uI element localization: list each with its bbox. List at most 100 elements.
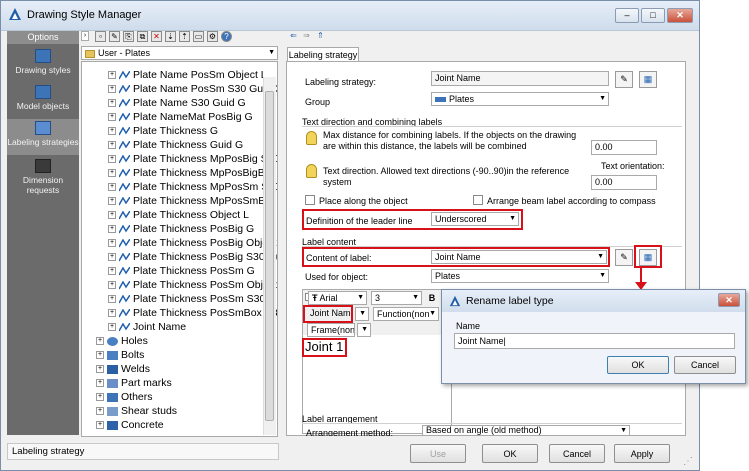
lightbulb-icon [306, 131, 317, 145]
expand-icon: + [108, 309, 116, 318]
new-icon[interactable]: ▫ [95, 31, 106, 42]
back-arrow-icon[interactable]: ⇐ [288, 31, 299, 42]
tree-group-concrete[interactable]: + Concrete [96, 419, 164, 432]
sidebar-header[interactable]: Options [7, 31, 79, 44]
expand-icon: + [108, 85, 116, 94]
field-dropdown-button[interactable]: ▼ [355, 307, 369, 321]
import-icon[interactable]: ⇣ [165, 31, 176, 42]
sidebar-item-dimension-requests[interactable]: Dimension requests [7, 159, 79, 195]
close-button[interactable]: ✕ [667, 8, 693, 23]
tree-item[interactable]: + Plate Name PosSm Object L [108, 69, 267, 82]
expand-icon: + [108, 71, 116, 80]
field-select[interactable]: Joint Name [307, 307, 351, 321]
tree-item-label: Plate Thickness MpPosSm S30 G [133, 181, 278, 193]
tree-group-part-marks[interactable]: + Part marks [96, 377, 172, 390]
sidebar-item-label: Drawing styles [15, 65, 71, 75]
sidebar-item-labeling-strategies[interactable]: Labeling strategies [7, 119, 79, 155]
sidebar-item-drawing-styles[interactable]: Drawing styles [7, 49, 79, 79]
dialog-cancel-button[interactable]: Cancel [674, 356, 736, 374]
frame-dropdown-button[interactable]: ▼ [357, 323, 371, 337]
divider [302, 126, 682, 127]
tree-item[interactable]: + Plate Thickness PosBig G [108, 223, 254, 236]
labeling-strategies-icon [35, 121, 51, 135]
up-arrow-icon[interactable]: ⇑ [315, 31, 326, 42]
apply-button[interactable]: Apply [614, 444, 670, 463]
text-orientation-input[interactable]: 0.00 [591, 175, 657, 190]
lightbulb-icon [306, 164, 317, 178]
group-select[interactable]: Plates ▼ [431, 92, 609, 106]
help-icon[interactable]: ? [221, 31, 232, 42]
group-filter-combo[interactable]: User - Plates ▼ [81, 46, 278, 60]
expand-icon: + [108, 141, 116, 150]
tree-item[interactable]: + Plate Thickness MpPosBig S30 G [108, 153, 277, 166]
tab-labeling-strategy[interactable]: Labeling strategy [287, 47, 359, 62]
tree-item[interactable]: + Plate Name PosSm S30 Guid G [108, 83, 277, 96]
max-distance-input[interactable]: 0.00 [591, 140, 657, 155]
dialog-name-input[interactable]: Joint Name| [454, 333, 735, 349]
tree-item[interactable]: + Plate Thickness MpPosBigBox S3 [108, 167, 277, 180]
tree-item[interactable]: + Plate Name S30 Guid G [108, 97, 246, 110]
tree-item[interactable]: + Plate Thickness PosBig S30 Guid [108, 251, 277, 264]
resize-grip-icon[interactable]: ⋰ [683, 456, 695, 468]
tree-group-others[interactable]: + Others [96, 391, 153, 404]
tree-item[interactable]: + Plate Thickness PosSm Object L [108, 279, 277, 292]
tree-item[interactable]: + Plate Thickness MpPosSmBox S3 [108, 195, 277, 208]
expand-icon: + [108, 155, 116, 164]
use-button[interactable]: Use [410, 444, 466, 463]
tree-scroll-thumb[interactable] [265, 91, 274, 421]
expand-icon: + [108, 281, 116, 290]
dialog-title-bar: Rename label type ✕ [442, 290, 745, 312]
tree-item[interactable]: + Plate Thickness PosSmBox S30 G [108, 307, 277, 320]
edit-icon[interactable]: ✎ [109, 31, 120, 42]
tree-group-bolts[interactable]: + Bolts [96, 349, 144, 362]
maximize-button[interactable]: □ [641, 8, 665, 23]
dialog-ok-button[interactable]: OK [607, 356, 669, 374]
edit-label-button[interactable]: ✎ [615, 249, 633, 266]
tree-item[interactable]: + Plate Thickness PosSm S30 Guid [108, 293, 277, 306]
drawing-style-manager-window: Drawing Style Manager – □ ✕ Options Draw… [0, 0, 700, 471]
label-strategy-icon [119, 84, 130, 94]
tree-item[interactable]: + Plate Thickness Guid G [108, 139, 243, 152]
function-select[interactable]: Function(non ▼ [373, 307, 439, 321]
leader-line-select[interactable]: Underscored ▼ [431, 212, 519, 226]
tree-group-holes[interactable]: + Holes [96, 335, 148, 348]
strategy-name-field[interactable]: Joint Name [431, 71, 609, 86]
rename-strategy-button[interactable]: ✎ [615, 71, 633, 88]
folder-icon[interactable]: ▭ [193, 31, 204, 42]
settings-icon[interactable]: ⚙ [207, 31, 218, 42]
tree-group-label: Holes [121, 335, 148, 347]
tree-item[interactable]: + Plate Thickness PosBig Object L [108, 237, 277, 250]
forward-arrow-icon[interactable]: ⇒ [301, 31, 312, 42]
used-for-select[interactable]: Plates ▼ [431, 269, 609, 283]
bold-button[interactable]: B [425, 291, 439, 305]
minimize-button[interactable]: – [615, 8, 639, 23]
font-size-select[interactable]: 3 ▼ [371, 291, 422, 305]
arrangement-method-select[interactable]: Based on angle (old method) ▼ [422, 425, 630, 436]
sidebar-item-model-objects[interactable]: Model objects [7, 85, 79, 115]
tree-item[interactable]: + Plate Thickness PosSm G [108, 265, 255, 278]
tree-item[interactable]: + Plate NameMat PosBig G [108, 111, 253, 124]
tree-group-welds[interactable]: + Welds [96, 363, 150, 376]
dimension-requests-icon [35, 159, 51, 173]
copy-icon[interactable]: ⎘ [123, 31, 134, 42]
tree-group-shear-studs[interactable]: + Shear studs [96, 405, 177, 418]
frame-select[interactable]: Frame(none [307, 323, 355, 337]
place-along-checkbox[interactable] [305, 195, 315, 205]
new-label-type-button[interactable]: ▦ [639, 249, 657, 266]
duplicate-icon[interactable]: ⧉ [137, 31, 148, 42]
collapse-sidebar-button[interactable]: › [81, 31, 89, 41]
cancel-button[interactable]: Cancel [549, 444, 605, 463]
content-of-label-select[interactable]: Joint Name ▼ [431, 250, 607, 264]
tree-item-joint-name[interactable]: + Joint Name [108, 321, 186, 334]
ok-button[interactable]: OK [482, 444, 538, 463]
tree-item[interactable]: + Plate Thickness G [108, 125, 218, 138]
tree-item[interactable]: + Plate Thickness MpPosSm S30 G [108, 181, 278, 194]
delete-icon[interactable]: ✕ [151, 31, 162, 42]
chevron-down-icon: ▼ [509, 215, 516, 222]
export-icon[interactable]: ⇡ [179, 31, 190, 42]
arrange-beam-checkbox[interactable] [473, 195, 483, 205]
new-strategy-button[interactable]: ▦ [639, 71, 657, 88]
tree-item[interactable]: + Plate Thickness Object L [108, 209, 249, 222]
dialog-close-button[interactable]: ✕ [718, 293, 740, 307]
font-select[interactable]: Ŧ Arial ▼ [308, 291, 367, 305]
